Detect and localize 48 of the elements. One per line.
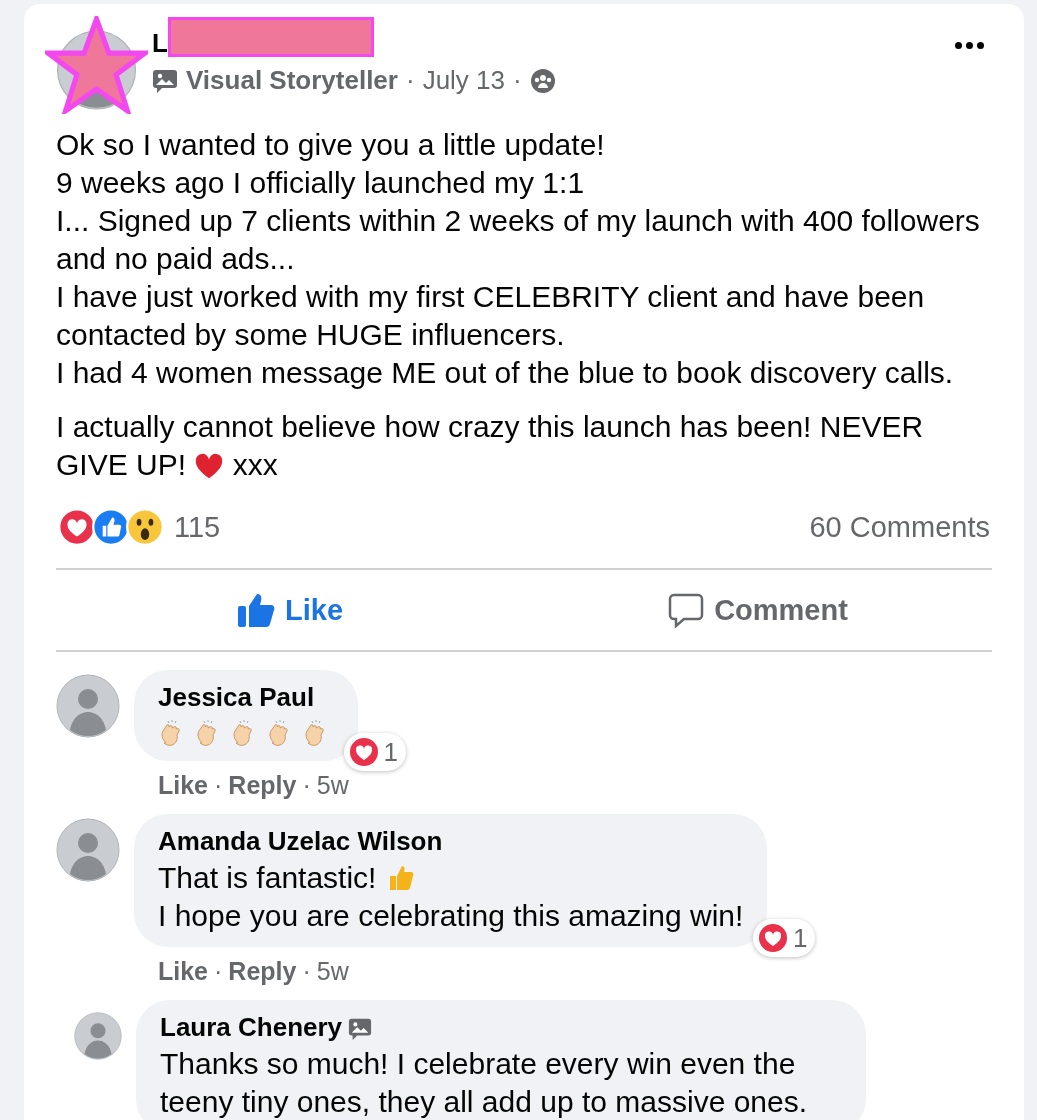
commenter-name[interactable]: Laura Chenery [160,1012,343,1043]
avatar-icon[interactable] [56,674,120,738]
like-link[interactable]: Like [158,771,209,800]
like-link[interactable]: Like [158,957,209,986]
separator-dot: · [405,65,415,96]
comment-time: 5w [316,957,349,986]
separator-dot: · [302,957,311,986]
comment-text: That is fantastic! [158,860,377,896]
like-button[interactable]: Like [56,570,524,650]
separator-dot: · [302,771,311,800]
star-covered-avatar-drawing[interactable] [45,16,148,114]
post-text: xxx [232,448,278,481]
comment-time: 5w [316,771,349,800]
post-date[interactable]: July 13 [422,65,505,96]
reply-link[interactable]: Reply [228,957,297,986]
avatar-icon[interactable] [74,1012,122,1060]
avatar-icon[interactable] [56,818,120,882]
author-name[interactable]: L [152,28,168,59]
love-reaction-icon [58,508,96,546]
post-text: Ok so I wanted to give you a little update! [56,127,606,163]
comment-text: I hope you are celebrating this amazing win! [158,898,744,934]
author-role: Visual Storyteller [186,65,398,96]
comment-icon [668,592,705,628]
post-text: GIVE UP! [56,448,187,481]
separator-dot: · [214,957,223,986]
comment-button[interactable]: Comment [524,570,992,650]
post-text: I... Signed up 7 clients within 2 weeks of my launch with 400 followers and no paid ads... [56,203,981,277]
post-text: I actually cannot believe how crazy this launch has been! NEVER [56,409,925,445]
reaction-count[interactable]: 115 [174,510,221,544]
thumbs-up-icon [237,592,275,628]
post-text: I had 4 women message ME out of the blue to book discovery calls. [56,355,955,391]
separator-dot: · [513,65,522,96]
commenter-name[interactable]: Amanda Uzelac Wilson [158,826,443,857]
love-reaction-icon [756,922,789,954]
reply-link[interactable]: Reply [228,771,297,800]
post-text: I have just worked with my first CELEBRITY client and have been contacted by some HUGE influencers. [56,279,926,353]
love-reaction-icon [347,736,380,768]
commenter-name[interactable]: Jessica Paul [158,682,315,713]
like-reaction-icon [92,508,130,546]
visual-storyteller-icon [152,67,178,94]
separator-dot: · [214,771,223,800]
group-audience-icon [529,67,556,94]
wow-reaction-icon [126,508,164,546]
comment-count[interactable]: 60 Comments [809,510,990,544]
comment-text: Thanks so much! I celebrate every win even the teeny tiny ones, they all add up to massive ones. [160,1046,809,1120]
reaction-badge[interactable]: 1 [752,919,816,957]
post-text: 9 weeks ago I officially launched my 1:1 [56,165,586,201]
reaction-badge[interactable]: 1 [343,733,406,771]
